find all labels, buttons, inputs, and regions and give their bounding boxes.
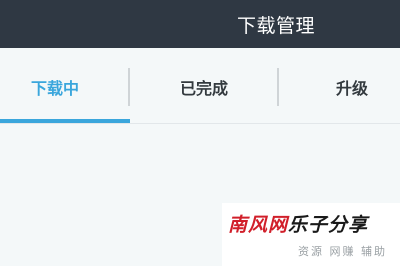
tab-upgrade[interactable]: 升级 — [278, 48, 400, 126]
watermark: 南风网乐子分享 资源 网赚 辅助 — [222, 203, 400, 266]
watermark-logo-text: 南风网 — [228, 214, 289, 236]
tab-downloading[interactable]: 下载中 — [0, 48, 110, 126]
watermark-logo-text-2: 乐子分享 — [288, 214, 369, 236]
tab-bar-baseline — [0, 123, 400, 124]
watermark-subtitle: 资源 网赚 辅助 — [298, 245, 387, 258]
title-bar: 下载管理 — [0, 0, 400, 48]
tab-completed[interactable]: 已完成 — [130, 48, 278, 126]
watermark-logo: 南风网乐子分享 — [228, 210, 368, 237]
page-title: 下载管理 — [237, 15, 316, 37]
tab-bar: 下载中 已完成 升级 — [0, 48, 400, 126]
